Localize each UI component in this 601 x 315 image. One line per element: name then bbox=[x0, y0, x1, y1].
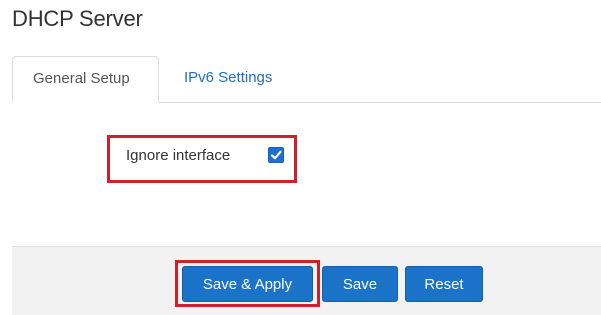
tab-general-setup[interactable]: General Setup bbox=[12, 56, 159, 103]
ignore-interface-label: Ignore interface bbox=[126, 147, 231, 164]
save-button[interactable]: Save bbox=[322, 266, 398, 302]
tab-bar: General Setup IPv6 Settings bbox=[12, 56, 601, 103]
ignore-interface-checkbox[interactable] bbox=[268, 147, 284, 163]
tab-ipv6-settings[interactable]: IPv6 Settings bbox=[164, 56, 292, 101]
save-apply-button[interactable]: Save & Apply bbox=[182, 266, 313, 302]
page-title: DHCP Server bbox=[12, 6, 143, 31]
reset-button[interactable]: Reset bbox=[405, 266, 483, 302]
checkmark-icon bbox=[270, 150, 282, 160]
